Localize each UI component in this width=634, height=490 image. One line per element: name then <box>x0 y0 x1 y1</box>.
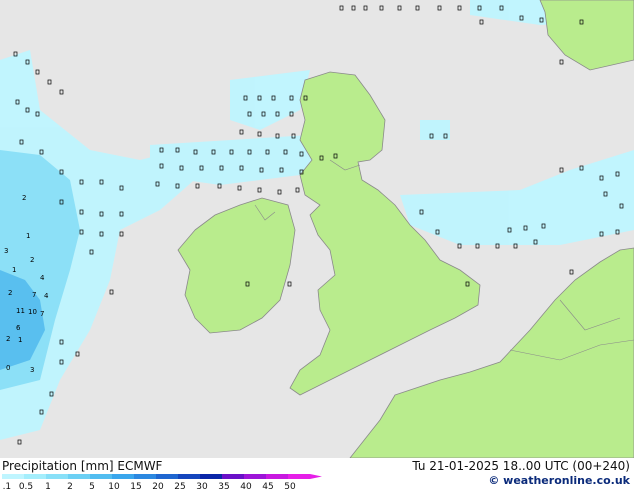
legend-tick: 50 <box>284 482 296 490</box>
site-credit: © weatheronline.co.uk <box>488 474 630 487</box>
precip-legend: 0.10.5125101520253035404550 <box>2 474 322 490</box>
legend-tick: 0.1 <box>2 482 11 490</box>
precip-value: 2 <box>30 256 34 264</box>
precip-value: 1 <box>12 266 16 274</box>
legend-tick: 40 <box>240 482 252 490</box>
legend-swatch <box>200 474 222 479</box>
legend-swatch <box>46 474 68 479</box>
precip-value: 2 <box>6 335 10 343</box>
legend-swatch <box>178 474 200 479</box>
precip-value: 3 <box>30 366 34 374</box>
legend-swatch <box>112 474 134 479</box>
run-time: Tu 21-01-2025 18..00 UTC (00+240) <box>412 459 630 473</box>
legend-swatch <box>68 474 90 479</box>
precip-value: 0 <box>6 364 10 372</box>
legend-tick: 45 <box>262 482 273 490</box>
legend-tick: 10 <box>108 482 120 490</box>
precip-value: 6 <box>16 324 21 332</box>
legend-swatch <box>222 474 244 479</box>
precip-value: 2 <box>22 194 26 202</box>
precip-value: 4 <box>44 292 49 300</box>
legend-tick: 15 <box>130 482 141 490</box>
legend-tick: 20 <box>152 482 164 490</box>
legend-swatch <box>156 474 178 479</box>
precip-value: 7 <box>32 291 36 299</box>
legend-swatch <box>90 474 112 479</box>
legend-tick: 0.5 <box>19 482 33 490</box>
legend-tick: 1 <box>45 482 51 490</box>
legend-tick: 25 <box>174 482 185 490</box>
legend-swatch <box>24 474 46 479</box>
precipitation-map: 2 7 411 10 762 131241023 <box>0 0 634 458</box>
legend-swatch <box>266 474 288 479</box>
legend-arrow <box>310 474 322 479</box>
legend-swatch <box>134 474 156 479</box>
legend-tick: 5 <box>89 482 95 490</box>
map-title: Precipitation [mm] ECMWF <box>2 459 163 473</box>
legend-tick: 30 <box>196 482 208 490</box>
legend-swatch <box>2 474 24 479</box>
legend-swatch <box>244 474 266 479</box>
precip-value: 10 <box>28 308 37 316</box>
precip-value: 4 <box>40 274 45 282</box>
precip-value: 2 <box>8 289 12 297</box>
legend-tick: 35 <box>218 482 229 490</box>
legend-swatch <box>288 474 310 479</box>
precip-value: 7 <box>40 310 44 318</box>
precip-value: 11 <box>16 307 25 315</box>
map-footer: Precipitation [mm] ECMWF Tu 21-01-2025 1… <box>0 458 634 490</box>
precip-value: 1 <box>18 336 22 344</box>
precip-value: 1 <box>26 232 30 240</box>
legend-tick: 2 <box>67 482 73 490</box>
precip-value: 3 <box>4 247 8 255</box>
